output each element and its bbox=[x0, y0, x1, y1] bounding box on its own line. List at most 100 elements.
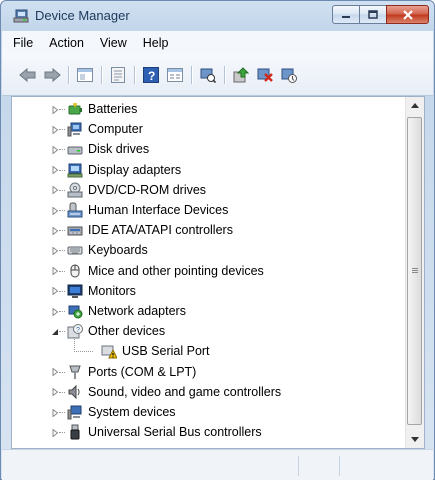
status-bar bbox=[2, 449, 433, 480]
svg-text:?: ? bbox=[148, 69, 155, 83]
maximize-button[interactable] bbox=[359, 5, 386, 24]
tree-item[interactable]: USB Serial Port bbox=[12, 337, 402, 361]
menu-bar: File Action View Help bbox=[2, 31, 433, 54]
device-manager-icon bbox=[13, 9, 29, 23]
tree-item[interactable]: Network adapters bbox=[12, 301, 402, 321]
network-adapter-icon bbox=[67, 303, 83, 319]
uninstall-icon[interactable] bbox=[254, 64, 276, 86]
back-icon[interactable] bbox=[17, 64, 39, 86]
status-bar-divider bbox=[339, 456, 340, 476]
tree-item-label: Network adapters bbox=[88, 304, 186, 318]
disk-drive-icon bbox=[67, 141, 83, 157]
port-icon bbox=[67, 364, 83, 380]
window-title: Device Manager bbox=[35, 8, 130, 23]
tree-connector bbox=[59, 149, 65, 151]
tree-connector bbox=[59, 391, 65, 393]
tree-item[interactable]: Mice and other pointing devices bbox=[12, 261, 402, 281]
tree-item-label: Sound, video and game controllers bbox=[88, 384, 282, 399]
expand-arrow-icon[interactable] bbox=[50, 428, 59, 437]
tree-connector bbox=[59, 371, 65, 373]
tree-connector bbox=[59, 311, 65, 312]
tree-item[interactable]: System devices bbox=[12, 402, 402, 422]
minimize-button[interactable] bbox=[332, 5, 359, 24]
tree-item[interactable]: Sound, video and game controllers bbox=[12, 382, 402, 402]
ide-controller-icon bbox=[67, 222, 83, 238]
usb-icon bbox=[67, 424, 83, 440]
sound-icon bbox=[67, 384, 83, 400]
vertical-scrollbar[interactable] bbox=[405, 97, 424, 448]
toolbar: ? bbox=[2, 54, 433, 96]
expand-arrow-icon[interactable] bbox=[50, 408, 59, 417]
expand-arrow-icon[interactable] bbox=[50, 166, 59, 175]
tree-item-label: Ports (COM & LPT) bbox=[88, 364, 197, 379]
expand-arrow-icon[interactable] bbox=[50, 368, 59, 377]
scrollbar-thumb[interactable] bbox=[407, 117, 422, 425]
device-tree-panel: Batteries Computer Disk drives Display adap… bbox=[11, 96, 425, 449]
expand-arrow-icon[interactable] bbox=[50, 388, 59, 397]
tree-item-label: Other devices bbox=[88, 324, 166, 339]
tree-connector bbox=[59, 189, 65, 191]
tree-item[interactable]: Keyboards bbox=[12, 240, 402, 260]
expand-arrow-icon[interactable] bbox=[50, 125, 59, 134]
menu-view[interactable]: View bbox=[92, 36, 135, 50]
expand-arrow-icon[interactable] bbox=[50, 226, 59, 235]
close-icon bbox=[387, 6, 428, 23]
tree-item-label: DVD/CD-ROM drives bbox=[88, 182, 207, 197]
expand-arrow-icon[interactable] bbox=[50, 307, 59, 316]
tree-item[interactable]: Batteries bbox=[12, 99, 402, 119]
tree-connector bbox=[59, 432, 65, 434]
scroll-up-icon[interactable] bbox=[406, 97, 424, 114]
dvd-drive-icon bbox=[67, 182, 83, 198]
scroll-down-icon[interactable] bbox=[406, 431, 424, 448]
expand-arrow-icon[interactable] bbox=[50, 186, 59, 195]
tree-connector bbox=[59, 210, 65, 211]
tree-item[interactable]: Display adapters bbox=[12, 160, 402, 180]
show-hide-console-tree-icon[interactable] bbox=[74, 64, 96, 86]
mouse-icon bbox=[67, 263, 83, 279]
expand-arrow-icon[interactable] bbox=[50, 267, 59, 276]
tree-item[interactable]: Computer bbox=[12, 119, 402, 139]
tree-item[interactable]: IDE ATA/ATAPI controllers bbox=[12, 220, 402, 240]
expand-arrow-icon[interactable] bbox=[50, 287, 59, 296]
tree-item-label: Keyboards bbox=[88, 243, 148, 258]
toolbar-separator bbox=[191, 65, 192, 84]
tree-item[interactable]: Monitors bbox=[12, 281, 402, 301]
tree-item[interactable]: Ports (COM & LPT) bbox=[12, 362, 402, 382]
forward-icon[interactable] bbox=[41, 64, 63, 86]
tree-item[interactable]: Human Interface Devices bbox=[12, 200, 402, 220]
tree-item[interactable]: Universal Serial Bus controllers bbox=[12, 422, 402, 442]
scan-hardware-icon[interactable] bbox=[197, 64, 219, 86]
tree-connector bbox=[59, 331, 65, 333]
tree-connector bbox=[59, 230, 65, 232]
collapse-arrow-icon[interactable] bbox=[50, 327, 59, 336]
disable-icon[interactable] bbox=[278, 64, 300, 86]
expand-arrow-icon[interactable] bbox=[50, 246, 59, 255]
tree-item-label: IDE ATA/ATAPI controllers bbox=[88, 223, 233, 238]
view-icon[interactable] bbox=[164, 64, 186, 86]
menu-file[interactable]: File bbox=[2, 36, 41, 50]
menu-action[interactable]: Action bbox=[41, 36, 92, 50]
tree-item[interactable]: Disk drives bbox=[12, 139, 402, 159]
help-icon[interactable]: ? bbox=[140, 64, 162, 86]
properties-icon[interactable] bbox=[107, 64, 129, 86]
minimize-icon bbox=[333, 6, 359, 23]
tree-item-label: Display adapters bbox=[88, 162, 182, 177]
tree-connector bbox=[59, 270, 65, 272]
tree-item[interactable]: ? Other devices bbox=[12, 321, 402, 341]
tree-connector bbox=[59, 129, 65, 131]
menu-help[interactable]: Help bbox=[135, 36, 177, 50]
tree-item-label: USB Serial Port bbox=[122, 344, 210, 359]
device-manager-window: Device Manager File Action View Help ? B… bbox=[0, 0, 435, 480]
expand-arrow-icon[interactable] bbox=[50, 206, 59, 215]
tree-item-label: Monitors bbox=[88, 283, 136, 298]
title-bar[interactable]: Device Manager bbox=[1, 1, 434, 31]
tree-item-label: Batteries bbox=[88, 102, 138, 116]
close-button[interactable] bbox=[386, 5, 429, 24]
expand-arrow-icon[interactable] bbox=[50, 105, 59, 114]
tree-item-label: Computer bbox=[88, 122, 143, 137]
update-driver-icon[interactable] bbox=[230, 64, 252, 86]
tree-connector bbox=[59, 412, 65, 413]
tree-item[interactable]: DVD/CD-ROM drives bbox=[12, 180, 402, 200]
expand-arrow-icon[interactable] bbox=[50, 145, 59, 154]
tree-item-label: Universal Serial Bus controllers bbox=[88, 425, 262, 440]
